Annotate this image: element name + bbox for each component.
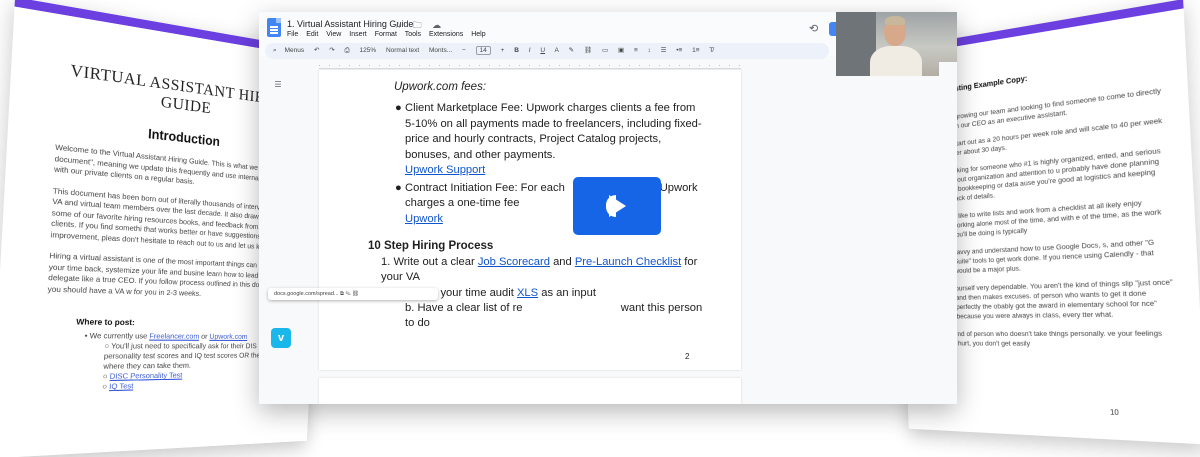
- link-icon[interactable]: ⛓: [584, 47, 592, 54]
- menu-edit[interactable]: Edit: [306, 31, 318, 38]
- bullet-list-icon[interactable]: •≡: [676, 47, 682, 54]
- comment-icon[interactable]: ▭: [602, 47, 608, 54]
- history-icon[interactable]: ⟲: [809, 22, 818, 35]
- posting-paragraph: savvy and understand how to use Google D…: [953, 239, 1155, 276]
- line-spacing-icon[interactable]: ↕: [648, 47, 651, 54]
- where-to-post-list: • We currently use Freelancer.com or Upw…: [42, 331, 289, 394]
- docs-logo-icon[interactable]: [267, 18, 281, 37]
- clear-format-icon[interactable]: T̸: [709, 47, 713, 54]
- print-icon[interactable]: ⎙: [345, 47, 350, 54]
- freelancer-link[interactable]: Freelancer.com: [149, 333, 199, 341]
- intro-paragraph-2: This document has been born out of liter…: [50, 187, 287, 252]
- page-number: 2: [685, 352, 690, 361]
- font-select[interactable]: Monts...: [429, 47, 452, 54]
- menu-view[interactable]: View: [326, 31, 341, 38]
- bold-button[interactable]: B: [514, 47, 519, 54]
- step-text: as an input: [541, 287, 596, 299]
- posting-paragraph: ourself very dependable. You aren't the …: [955, 278, 1173, 321]
- list-item: ○ You'll just need to specifically ask f…: [103, 342, 283, 372]
- side-panel: [939, 62, 957, 404]
- menu-insert[interactable]: Insert: [349, 31, 367, 38]
- bullet-text: You'll just need to specifically ask for…: [103, 342, 283, 372]
- list-item: • We currently use Freelancer.com or Upw…: [84, 332, 248, 341]
- menu-help[interactable]: Help: [471, 31, 485, 38]
- link-url[interactable]: docs.google.com/spread...: [274, 291, 339, 297]
- presenter-body: [870, 46, 922, 76]
- step-text: Have a clear list of re: [417, 302, 523, 314]
- copy-edit-unlink-icons[interactable]: ⧉ ✎ ⛓: [340, 291, 359, 297]
- list-item: ● Client Marketplace Fee: Upwork charges …: [395, 102, 702, 176]
- redo-icon[interactable]: ↷: [329, 47, 334, 54]
- job-scorecard-link[interactable]: Job Scorecard: [478, 256, 550, 268]
- undo-icon[interactable]: ↶: [314, 47, 319, 54]
- step-text: and: [553, 256, 572, 268]
- image-icon[interactable]: ▣: [618, 47, 624, 54]
- list-item: b. Have a clear list of re want this per…: [405, 301, 705, 331]
- next-page[interactable]: [319, 378, 741, 404]
- presenter-hair: [885, 16, 905, 25]
- sub-steps: a. Use your time audit XLS as an input b…: [405, 286, 705, 331]
- disc-test-link[interactable]: DISC Personality Test: [110, 372, 183, 381]
- underline-button[interactable]: U: [540, 47, 545, 54]
- italic-button[interactable]: I: [529, 47, 531, 54]
- menu-tools[interactable]: Tools: [405, 31, 421, 38]
- checklist-icon[interactable]: ☰: [661, 47, 667, 54]
- vimeo-icon[interactable]: v: [271, 328, 291, 348]
- upwork-link[interactable]: Upwork.com: [209, 333, 247, 341]
- posting-paragraph: nd of person who doesn't take things per…: [957, 329, 1163, 348]
- decrease-font-icon[interactable]: −: [462, 47, 466, 54]
- menu-bar: File Edit View Insert Format Tools Exten…: [287, 31, 492, 38]
- align-icon[interactable]: ≡: [634, 47, 638, 54]
- menu-format[interactable]: Format: [375, 31, 397, 38]
- outline-icon[interactable]: ☰: [271, 78, 285, 92]
- list-number: 1.: [381, 256, 391, 268]
- ruler[interactable]: [319, 62, 741, 69]
- menu-extensions[interactable]: Extensions: [429, 31, 463, 38]
- where-to-post-heading: Where to post:: [75, 316, 136, 328]
- font-size-input[interactable]: 14: [475, 46, 491, 55]
- pre-launch-checklist-link[interactable]: Pre-Launch Checklist: [575, 256, 681, 268]
- document-page[interactable]: Upwork.com fees: ● Client Marketplace Fee…: [319, 70, 741, 370]
- link-preview-chip[interactable]: docs.google.com/spread... ⧉ ✎ ⛓: [268, 288, 438, 300]
- list-letter: b.: [405, 302, 415, 314]
- bullet-text: or: [201, 333, 208, 341]
- zoom-select[interactable]: 125%: [360, 47, 377, 54]
- highlight-icon[interactable]: ✎: [569, 47, 574, 54]
- search-menus-icon[interactable]: ⌕: [273, 47, 277, 54]
- upwork-fees-heading: Upwork.com fees:: [394, 81, 487, 93]
- toolbar: ⌕ Menus ↶ ↷ ⎙ 125% Normal text Monts... −…: [265, 43, 829, 59]
- style-select[interactable]: Normal text: [386, 47, 419, 54]
- numbered-list-icon[interactable]: 1≡: [692, 47, 699, 54]
- text-color-button[interactable]: A: [555, 47, 559, 54]
- bullet-text: We currently use: [89, 332, 148, 341]
- page-number: 10: [1109, 409, 1119, 418]
- posting-paragraph: ly like to write lists and work from a c…: [951, 199, 1162, 239]
- menu-file[interactable]: File: [287, 31, 298, 38]
- intro-paragraph-3: Hiring a virtual assistant is one of the…: [47, 252, 285, 298]
- upwork-support-link[interactable]: Upwork Support: [405, 164, 485, 176]
- list-item: a. Use your time audit XLS as an input: [405, 286, 705, 301]
- hiring-process-heading: 10 Step Hiring Process: [368, 240, 494, 252]
- iq-test-link[interactable]: IQ Test: [109, 383, 134, 391]
- video-thumbnail-scene: VIRTUAL ASSISTANT HIRING GUIDE Introduct…: [0, 0, 1200, 457]
- menus-search[interactable]: Menus: [285, 47, 305, 54]
- bullet-text: Client Marketplace Fee: Upwork charges c…: [405, 102, 702, 161]
- xls-link[interactable]: XLS: [517, 287, 538, 299]
- step-text: Write out a clear: [393, 256, 475, 268]
- step-1: 1. Write out a clear Job Scorecard and P…: [381, 255, 701, 285]
- bullet-text: Contract Initiation Fee: For each: [405, 181, 565, 194]
- play-button[interactable]: [573, 177, 661, 235]
- increase-font-icon[interactable]: +: [501, 47, 505, 54]
- upwork-link[interactable]: Upwork: [405, 213, 443, 225]
